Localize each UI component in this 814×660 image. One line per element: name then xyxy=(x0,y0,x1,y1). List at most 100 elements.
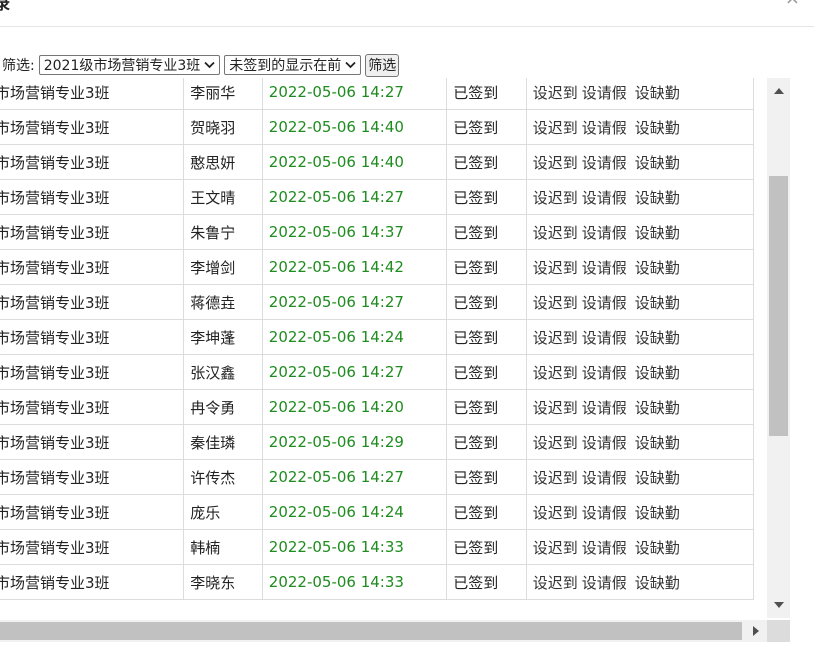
cell-signin-time: 2022-05-06 14:27 xyxy=(261,459,448,495)
table-row: 市场营销专业3班 张汉鑫 2022-05-06 14:27 已签到 设迟到 设请假 设缺勤 xyxy=(0,354,755,390)
set-leave-link[interactable]: 设请假 xyxy=(582,504,627,522)
set-absent-link[interactable]: 设缺勤 xyxy=(635,469,680,487)
cell-class: 市场营销专业3班 xyxy=(0,354,185,390)
set-leave-link[interactable]: 设请假 xyxy=(582,469,627,487)
close-icon[interactable]: × xyxy=(785,0,800,9)
scrollbar-corner xyxy=(767,620,790,642)
table-row: 市场营销专业3班 庞乐 2022-05-06 14:24 已签到 设迟到 设请假 设缺勤 xyxy=(0,494,755,530)
cell-status: 已签到 xyxy=(446,144,527,180)
cell-signin-time: 2022-05-06 14:40 xyxy=(261,144,448,180)
set-absent-link[interactable]: 设缺勤 xyxy=(635,399,680,417)
cell-actions: 设迟到 设请假 设缺勤 xyxy=(525,459,755,495)
cell-status: 已签到 xyxy=(446,494,527,530)
table-row: 市场营销专业3班 韩楠 2022-05-06 14:33 已签到 设迟到 设请假 设缺勤 xyxy=(0,529,755,565)
set-absent-link[interactable]: 设缺勤 xyxy=(635,84,680,102)
set-leave-link[interactable]: 设请假 xyxy=(582,329,627,347)
arrow-down-icon[interactable] xyxy=(767,594,790,616)
set-leave-link[interactable]: 设请假 xyxy=(582,154,627,172)
set-absent-link[interactable]: 设缺勤 xyxy=(635,574,680,592)
set-late-link[interactable]: 设迟到 xyxy=(533,539,578,557)
set-late-link[interactable]: 设迟到 xyxy=(533,224,578,242)
cell-class: 市场营销专业3班 xyxy=(0,459,185,495)
cell-signin-time: 2022-05-06 14:24 xyxy=(261,494,448,530)
set-late-link[interactable]: 设迟到 xyxy=(533,574,578,592)
set-leave-link[interactable]: 设请假 xyxy=(582,84,627,102)
cell-status: 已签到 xyxy=(446,214,527,250)
set-absent-link[interactable]: 设缺勤 xyxy=(635,539,680,557)
set-late-link[interactable]: 设迟到 xyxy=(533,154,578,172)
set-late-link[interactable]: 设迟到 xyxy=(533,469,578,487)
table-row: 市场营销专业3班 憨思妍 2022-05-06 14:40 已签到 设迟到 设请假 设缺勤 xyxy=(0,144,755,180)
arrow-right-icon[interactable] xyxy=(748,620,764,642)
set-late-link[interactable]: 设迟到 xyxy=(533,189,578,207)
set-late-link[interactable]: 设迟到 xyxy=(533,84,578,102)
set-absent-link[interactable]: 设缺勤 xyxy=(635,259,680,277)
arrow-up-icon[interactable] xyxy=(767,80,790,102)
set-leave-link[interactable]: 设请假 xyxy=(582,539,627,557)
set-absent-link[interactable]: 设缺勤 xyxy=(635,294,680,312)
cell-status: 已签到 xyxy=(446,179,527,215)
table-row: 市场营销专业3班 蒋德垚 2022-05-06 14:27 已签到 设迟到 设请假 设缺勤 xyxy=(0,284,755,320)
set-leave-link[interactable]: 设请假 xyxy=(582,294,627,312)
set-absent-link[interactable]: 设缺勤 xyxy=(635,329,680,347)
cell-actions: 设迟到 设请假 设缺勤 xyxy=(525,78,755,110)
set-leave-link[interactable]: 设请假 xyxy=(582,189,627,207)
horizontal-scroll-thumb[interactable] xyxy=(0,622,742,640)
set-leave-link[interactable]: 设请假 xyxy=(582,434,627,452)
vertical-scroll-thumb[interactable] xyxy=(769,176,788,436)
table-row: 市场营销专业3班 李晓东 2022-05-06 14:33 已签到 设迟到 设请假 设缺勤 xyxy=(0,564,755,600)
set-absent-link[interactable]: 设缺勤 xyxy=(635,189,680,207)
cell-actions: 设迟到 设请假 设缺勤 xyxy=(525,424,755,460)
set-late-link[interactable]: 设迟到 xyxy=(533,504,578,522)
set-absent-link[interactable]: 设缺勤 xyxy=(635,504,680,522)
vertical-scrollbar[interactable] xyxy=(767,78,790,618)
cell-student-name: 蒋德垚 xyxy=(183,284,263,320)
cell-student-name: 张汉鑫 xyxy=(183,354,263,390)
set-absent-link[interactable]: 设缺勤 xyxy=(635,434,680,452)
set-leave-link[interactable]: 设请假 xyxy=(582,119,627,137)
set-leave-link[interactable]: 设请假 xyxy=(582,399,627,417)
cell-actions: 设迟到 设请假 设缺勤 xyxy=(525,214,755,250)
set-absent-link[interactable]: 设缺勤 xyxy=(635,154,680,172)
filter-button[interactable]: 筛选 xyxy=(365,53,400,77)
cell-status: 已签到 xyxy=(446,389,527,425)
dialog-title: 录 xyxy=(0,0,11,13)
cell-actions: 设迟到 设请假 设缺勤 xyxy=(525,494,755,530)
set-leave-link[interactable]: 设请假 xyxy=(582,574,627,592)
class-select-value: 2021级市场营销专业3班 xyxy=(43,58,201,74)
cell-signin-time: 2022-05-06 14:24 xyxy=(261,319,448,355)
cell-status: 已签到 xyxy=(446,249,527,285)
cell-status: 已签到 xyxy=(446,529,527,565)
attendance-table-viewport[interactable]: 市场营销专业3班 李丽华 2022-05-06 14:27 已签到 设迟到 设请假 设缺勤市… xyxy=(0,78,766,618)
set-late-link[interactable]: 设迟到 xyxy=(533,399,578,417)
order-select-value: 未签到的显示在前 xyxy=(229,58,342,74)
class-select[interactable]: 2021级市场营销专业3班 xyxy=(38,55,221,75)
cell-status: 已签到 xyxy=(446,109,527,145)
set-late-link[interactable]: 设迟到 xyxy=(533,364,578,382)
table-row: 市场营销专业3班 秦佳璘 2022-05-06 14:29 已签到 设迟到 设请假 设缺勤 xyxy=(0,424,755,460)
cell-signin-time: 2022-05-06 14:29 xyxy=(261,424,448,460)
set-late-link[interactable]: 设迟到 xyxy=(533,329,578,347)
cell-student-name: 许传杰 xyxy=(183,459,263,495)
cell-class: 市场营销专业3班 xyxy=(0,319,185,355)
table-row: 市场营销专业3班 李增剑 2022-05-06 14:42 已签到 设迟到 设请假 设缺勤 xyxy=(0,249,755,285)
cell-actions: 设迟到 设请假 设缺勤 xyxy=(525,249,755,285)
filter-bar: 筛选: 2021级市场营销专业3班 未签到的显示在前 筛选 xyxy=(0,52,400,78)
order-select[interactable]: 未签到的显示在前 xyxy=(224,55,362,75)
set-late-link[interactable]: 设迟到 xyxy=(533,259,578,277)
cell-student-name: 韩楠 xyxy=(183,529,263,565)
set-late-link[interactable]: 设迟到 xyxy=(533,119,578,137)
cell-student-name: 庞乐 xyxy=(183,494,263,530)
cell-student-name: 李晓东 xyxy=(183,564,263,600)
set-leave-link[interactable]: 设请假 xyxy=(582,364,627,382)
set-leave-link[interactable]: 设请假 xyxy=(582,224,627,242)
set-leave-link[interactable]: 设请假 xyxy=(582,259,627,277)
cell-signin-time: 2022-05-06 14:40 xyxy=(261,109,448,145)
set-absent-link[interactable]: 设缺勤 xyxy=(635,364,680,382)
cell-student-name: 冉令勇 xyxy=(183,389,263,425)
set-late-link[interactable]: 设迟到 xyxy=(533,434,578,452)
set-late-link[interactable]: 设迟到 xyxy=(533,294,578,312)
set-absent-link[interactable]: 设缺勤 xyxy=(635,119,680,137)
horizontal-scrollbar[interactable] xyxy=(0,620,767,642)
set-absent-link[interactable]: 设缺勤 xyxy=(635,224,680,242)
